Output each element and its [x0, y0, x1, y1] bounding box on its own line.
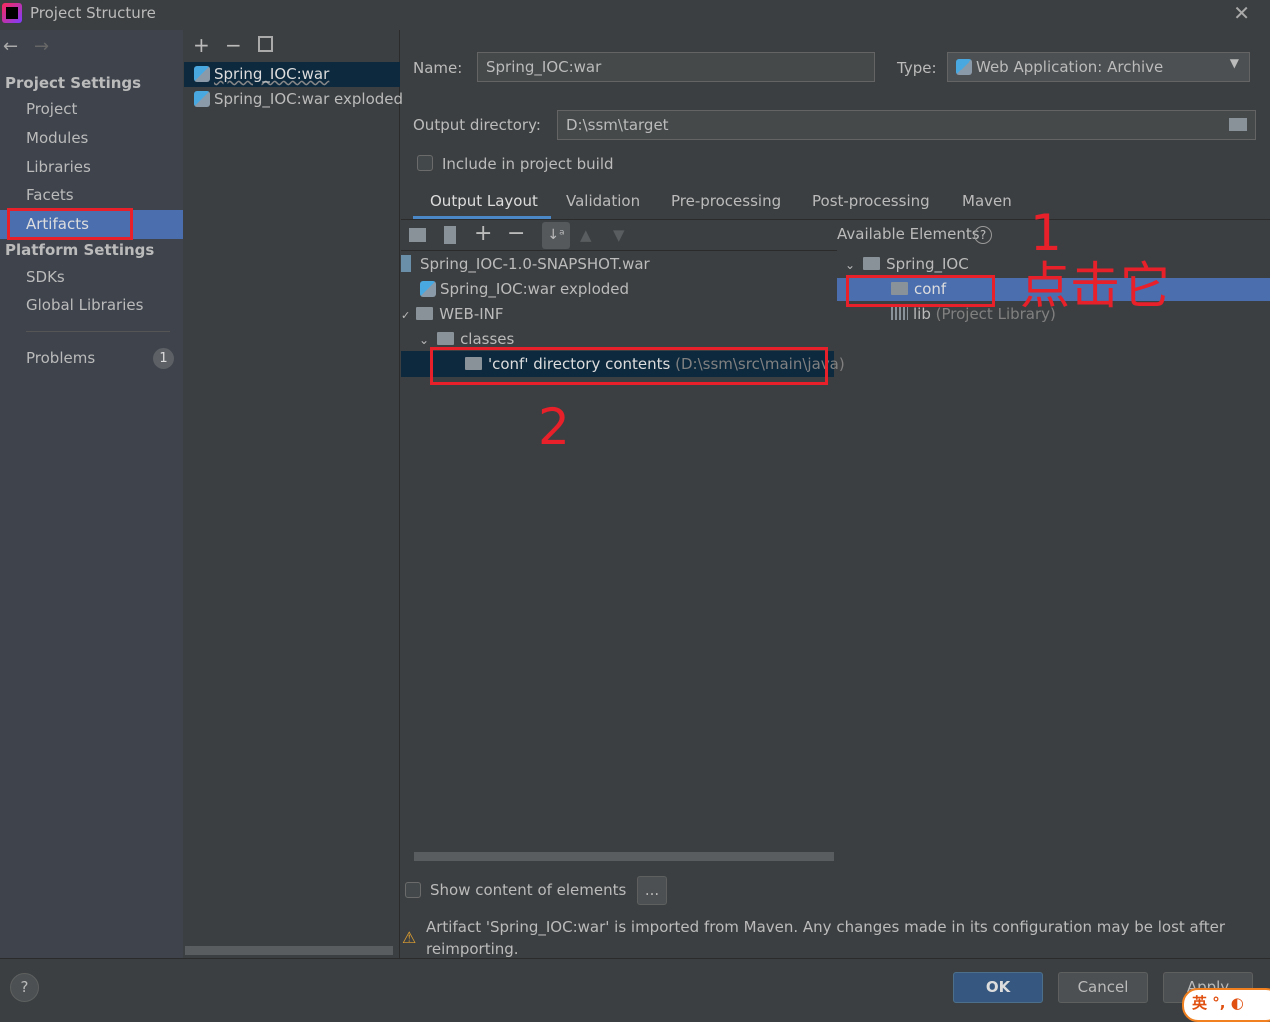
sidebar-item-problems[interactable]: Problems — [26, 349, 95, 367]
type-label: Type: — [897, 59, 937, 77]
add-icon[interactable]: + — [193, 33, 210, 57]
artifact-list-panel — [184, 30, 400, 958]
horizontal-scrollbar[interactable] — [185, 946, 393, 955]
include-in-build-label: Include in project build — [442, 155, 614, 173]
maven-warning: Artifact 'Spring_IOC:war' is imported fr… — [426, 918, 1226, 958]
available-elements-title: Available Elements — [837, 225, 980, 243]
folder-browse-icon[interactable] — [1229, 118, 1247, 131]
chevron-down-icon: ⌄ — [845, 258, 856, 272]
show-content-label: Show content of elements — [430, 881, 627, 899]
chevron-down-icon: ⌄ — [419, 333, 430, 347]
title-bar — [0, 0, 1270, 28]
highlight-box — [430, 347, 828, 385]
tree-item-war[interactable]: Spring_IOC-1.0-SNAPSHOT.war — [401, 255, 650, 273]
tab-post-processing[interactable]: Post-processing — [812, 192, 930, 210]
highlight-box — [7, 208, 133, 240]
annotation-click-it: 点击它 — [1020, 257, 1170, 315]
ellipsis-button[interactable]: ... — [637, 876, 667, 905]
warning-icon: ⚠ — [402, 928, 417, 947]
expand-icon: ✓ — [401, 309, 411, 322]
available-item-module[interactable]: ⌄ Spring_IOC — [845, 255, 969, 273]
type-select[interactable]: Web Application: Archive ▼ — [947, 52, 1250, 82]
annotation-2: 2 — [538, 398, 570, 456]
tree-item-exploded[interactable]: Spring_IOC:war exploded — [420, 280, 629, 298]
help-icon[interactable]: ? — [974, 226, 992, 244]
artifact-icon — [956, 59, 972, 75]
tab-maven[interactable]: Maven — [962, 192, 1012, 210]
tab-output-layout[interactable]: Output Layout — [430, 192, 538, 210]
move-up-icon[interactable]: ▲ — [580, 226, 592, 244]
sidebar-item-sdks[interactable]: SDKs — [26, 268, 65, 286]
platform-settings-heading: Platform Settings — [5, 241, 155, 259]
name-label: Name: — [413, 59, 463, 77]
artifact-icon — [420, 281, 436, 297]
sidebar-item-modules[interactable]: Modules — [26, 129, 88, 147]
divider — [26, 331, 170, 332]
tree-item-classes[interactable]: ⌄ classes — [419, 330, 514, 348]
cancel-button[interactable]: Cancel — [1058, 972, 1148, 1003]
tab-pre-processing[interactable]: Pre-processing — [671, 192, 781, 210]
window-title: Project Structure — [30, 4, 156, 22]
divider — [401, 250, 837, 251]
remove-element-icon[interactable]: − — [507, 221, 525, 246]
remove-icon[interactable]: − — [225, 33, 242, 57]
archive-icon[interactable] — [444, 226, 456, 244]
sidebar-item-facets[interactable]: Facets — [26, 186, 74, 204]
sidebar-item-global-libraries[interactable]: Global Libraries — [26, 296, 143, 314]
sidebar-item-libraries[interactable]: Libraries — [26, 158, 91, 176]
chevron-down-icon: ▼ — [1229, 56, 1239, 70]
moon-icon: ◐ — [1230, 994, 1244, 1012]
output-directory-input[interactable]: D:\ssm\target — [557, 110, 1256, 140]
ime-toolbar[interactable]: 英 °, ◐ — [1182, 988, 1270, 1022]
artifact-item-war[interactable]: Spring_IOC:war — [194, 65, 329, 83]
annotation-1: 1 — [1030, 204, 1062, 262]
tree-item-web-inf[interactable]: ✓ WEB-INF — [401, 305, 504, 323]
help-button[interactable]: ? — [10, 973, 39, 1002]
project-settings-heading: Project Settings — [5, 74, 142, 92]
intellij-logo-icon — [2, 3, 22, 23]
folder-icon — [416, 307, 434, 320]
include-in-build-checkbox[interactable] — [417, 155, 433, 171]
new-directory-icon[interactable] — [409, 228, 426, 242]
divider — [401, 219, 1270, 220]
add-element-icon[interactable]: + — [474, 221, 492, 246]
copy-icon[interactable] — [258, 36, 273, 52]
horizontal-scrollbar[interactable] — [414, 852, 834, 861]
sort-icon[interactable]: ↓ᵃ — [542, 222, 570, 249]
move-down-icon[interactable]: ▼ — [613, 226, 625, 244]
show-content-checkbox[interactable] — [405, 882, 421, 898]
punctuation-icon: °, — [1212, 994, 1226, 1012]
back-icon[interactable]: ← — [3, 36, 18, 57]
name-input[interactable]: Spring_IOC:war — [477, 52, 875, 82]
sidebar-item-project[interactable]: Project — [26, 100, 77, 118]
forward-icon[interactable]: → — [34, 36, 49, 57]
module-folder-icon — [863, 257, 881, 270]
tab-validation[interactable]: Validation — [566, 192, 640, 210]
problems-count-badge: 1 — [153, 348, 174, 369]
library-icon — [891, 307, 908, 320]
artifact-item-exploded[interactable]: Spring_IOC:war exploded — [194, 90, 403, 108]
artifact-icon — [194, 91, 210, 107]
ok-button[interactable]: OK — [953, 972, 1043, 1003]
output-directory-label: Output directory: — [413, 116, 541, 134]
highlight-box — [846, 275, 995, 307]
close-icon[interactable]: ✕ — [1233, 1, 1250, 25]
archive-icon — [401, 255, 411, 272]
artifact-icon — [194, 66, 210, 82]
folder-icon — [437, 332, 455, 345]
